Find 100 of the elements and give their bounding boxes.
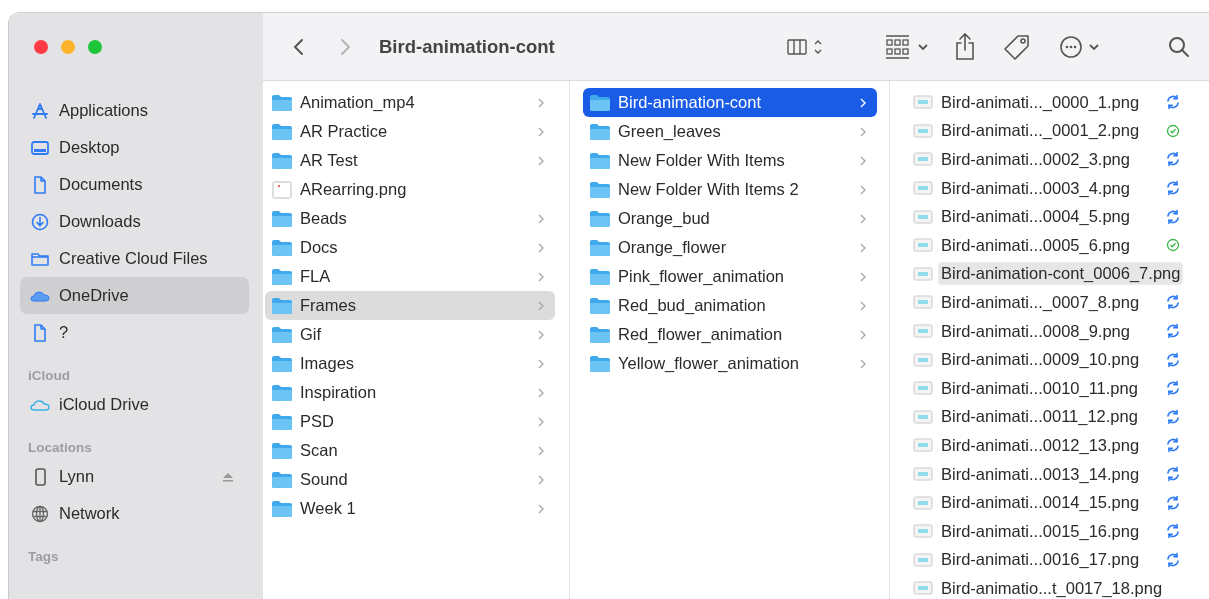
file-name[interactable]: Bird-animati...0013_14.png [939, 463, 1142, 485]
folder-item[interactable]: Week 1 [265, 494, 555, 523]
folder-item[interactable]: New Folder With Items [583, 146, 877, 175]
chevron-icon [537, 386, 545, 399]
apps-icon [30, 100, 50, 121]
sidebar-item[interactable]: iCloud Drive [20, 386, 249, 423]
chevron-icon [537, 299, 545, 312]
folder-item[interactable]: Animation_mp4 [265, 88, 555, 117]
chevron-icon [537, 444, 545, 457]
folder-item[interactable]: Inspiration [265, 378, 555, 407]
folder-icon [589, 209, 611, 228]
image-thumbnail-icon [913, 551, 933, 568]
folder-item[interactable]: Red_bud_animation [583, 291, 877, 320]
sync-icon [1165, 551, 1181, 568]
folder-item[interactable]: Gif [265, 320, 555, 349]
file-name[interactable]: Bird-animati...0012_13.png [939, 434, 1142, 456]
folder-item[interactable]: FLA [265, 262, 555, 291]
sidebar-item[interactable]: Lynn [20, 458, 249, 495]
folder-item[interactable]: Green_leaves [583, 117, 877, 146]
sidebar-item[interactable]: Downloads [20, 203, 249, 240]
file-name[interactable]: Bird-animati...0002_3.png [939, 149, 1132, 170]
folder-icon [271, 238, 293, 257]
chevron-icon [859, 154, 867, 167]
folder-item[interactable]: Scan [265, 436, 555, 465]
folder-item[interactable]: New Folder With Items 2 [583, 175, 877, 204]
file-name[interactable]: Bird-animati..._0001_2.png [939, 120, 1142, 142]
folder-icon [589, 238, 611, 257]
folder-item[interactable]: Frames [265, 291, 555, 320]
file-name[interactable]: Bird-animation-cont_0006_7.png [939, 263, 1183, 285]
folder-icon [271, 470, 293, 489]
image-file-icon [271, 180, 293, 199]
sidebar-item[interactable]: Desktop [20, 129, 249, 166]
sync-icon [1165, 151, 1181, 168]
file-name[interactable]: Bird-animati...0005_6.png [939, 234, 1132, 256]
section-header: Tags [27, 548, 60, 566]
chevron-icon [859, 241, 867, 254]
image-thumbnail-icon [913, 380, 933, 397]
folder-item[interactable]: AR Test [265, 146, 555, 175]
folder-item[interactable]: Sound [265, 465, 555, 494]
share-icon[interactable] [953, 31, 977, 62]
file-name[interactable]: Bird-animati...0014_15.png [939, 492, 1142, 514]
sidebar-item[interactable]: Documents [20, 166, 249, 203]
chevron-icon [859, 328, 867, 341]
file-name[interactable]: Bird-animati...0004_5.png [939, 206, 1132, 228]
sync-icon [1165, 523, 1181, 540]
chevron-icon [537, 154, 545, 167]
sidebar-item[interactable]: OneDrive [20, 277, 249, 314]
chevron-icon [537, 270, 545, 283]
file-name[interactable]: Bird-animati...0010_11.png [939, 377, 1140, 399]
image-thumbnail-icon [913, 265, 933, 282]
sidebar-item[interactable]: Network [20, 495, 249, 532]
chevron-icon [537, 502, 545, 515]
folder-item[interactable]: Yellow_flower_animation [583, 349, 877, 378]
download-icon [30, 211, 50, 232]
folder-icon [589, 122, 611, 141]
file-name[interactable]: Bird-animati...0009_10.png [939, 349, 1142, 371]
image-thumbnail-icon [913, 437, 933, 454]
search-icon[interactable] [1167, 34, 1191, 59]
sync-icon [1165, 94, 1181, 111]
sync-icon [1165, 408, 1181, 425]
folder-item[interactable]: PSD [265, 407, 555, 436]
check-circle-icon [1165, 237, 1181, 254]
tag-icon[interactable] [1003, 32, 1031, 61]
file-name[interactable]: Bird-animati...0015_16.png [939, 520, 1142, 542]
image-thumbnail-icon [913, 237, 933, 254]
sync-icon [1165, 294, 1181, 311]
image-thumbnail-icon [913, 180, 933, 197]
file-name[interactable]: Bird-animati..._0000_1.png [939, 91, 1142, 113]
folder-item[interactable]: Images [265, 349, 555, 378]
folder-icon [589, 267, 611, 286]
folder-item[interactable]: Docs [265, 233, 555, 262]
globe-icon [30, 503, 50, 524]
folder-item[interactable]: Beads [265, 204, 555, 233]
folder-item[interactable]: Red_flower_animation [583, 320, 877, 349]
folder-icon [271, 93, 293, 112]
file-name[interactable]: Bird-animati...0003_4.png [939, 177, 1132, 199]
close-button[interactable] [34, 39, 48, 54]
folder-item[interactable]: Bird-animation-cont [583, 88, 877, 117]
sync-icon [1165, 180, 1181, 197]
file-name[interactable]: Bird-animati...0008_9.png [939, 320, 1132, 342]
folder-icon [271, 383, 293, 402]
image-thumbnail-icon [913, 351, 933, 368]
file-name[interactable]: Bird-animati..._0007_8.png [939, 291, 1142, 313]
file-name[interactable]: Bird-animatio...t_0017_18.png [939, 577, 1165, 599]
file-name[interactable]: Bird-animati...0011_12.png [939, 406, 1140, 428]
folder-icon [589, 354, 611, 373]
sidebar-item[interactable]: Creative Cloud Files [20, 240, 249, 277]
folder-icon [271, 151, 293, 170]
folder-item[interactable]: AR Practice [265, 117, 555, 146]
folder-item[interactable]: Orange_bud [583, 204, 877, 233]
folder-item[interactable]: ARearring.png [265, 175, 555, 204]
image-thumbnail-icon [913, 208, 933, 225]
folder-icon [271, 267, 293, 286]
folder-icon [271, 441, 293, 460]
sync-icon [1165, 494, 1181, 511]
folder-item[interactable]: Pink_flower_animation [583, 262, 877, 291]
sidebar-item[interactable]: ? [20, 314, 249, 351]
folder-item[interactable]: Orange_flower [583, 233, 877, 262]
file-name[interactable]: Bird-animati...0016_17.png [939, 549, 1142, 571]
sidebar-item[interactable]: Applications [20, 92, 249, 129]
